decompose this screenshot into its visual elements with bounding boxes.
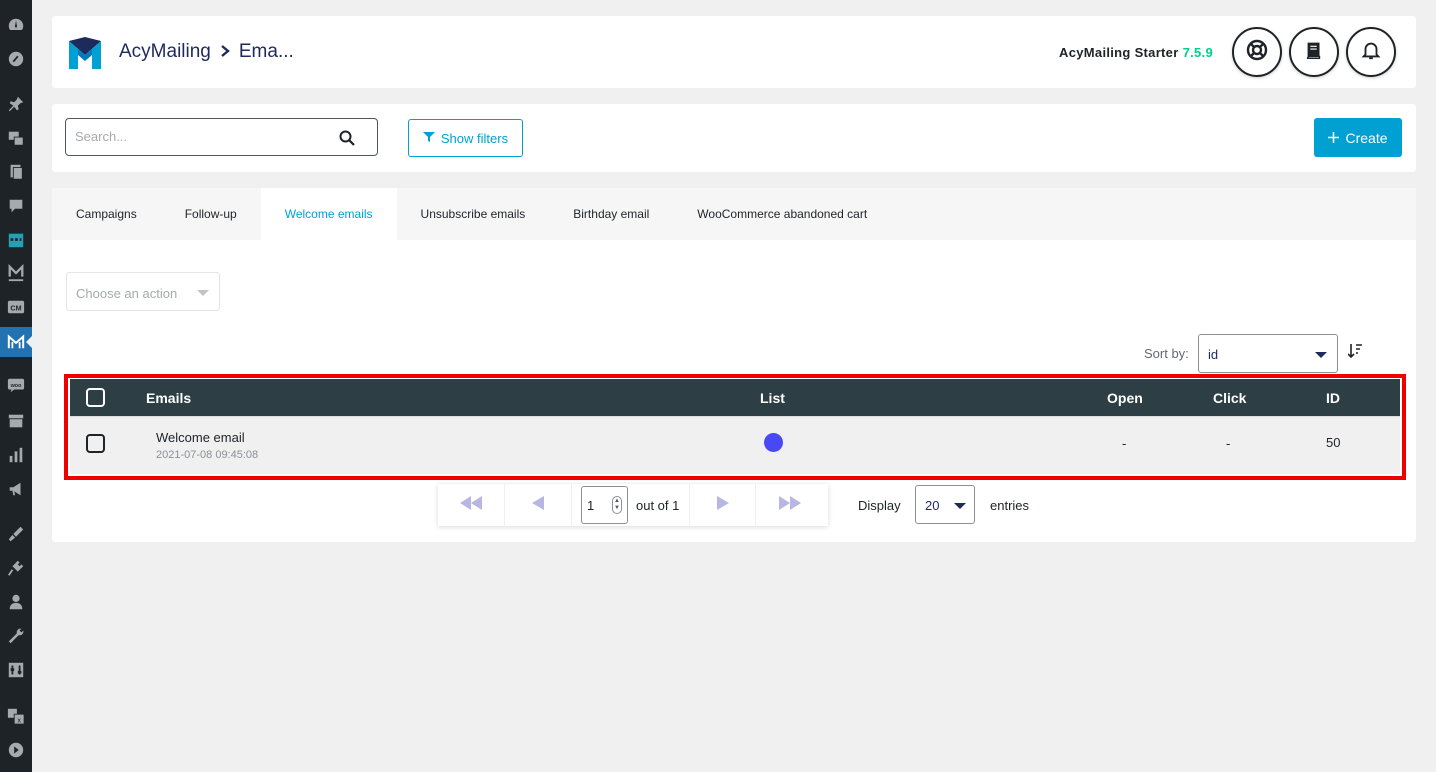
bulk-action-select[interactable]: Choose an action xyxy=(66,272,220,311)
plus-icon xyxy=(1328,130,1340,146)
collapse-menu-icon[interactable] xyxy=(6,740,26,760)
support-button[interactable] xyxy=(1232,27,1282,77)
sort-by-select[interactable]: id xyxy=(1198,334,1338,373)
page-spinner[interactable]: ▲ ▼ xyxy=(612,496,622,514)
create-button[interactable]: Create xyxy=(1314,118,1402,157)
breadcrumb-current: Ema... xyxy=(238,41,294,62)
chevron-down-icon xyxy=(197,290,209,296)
search-icon[interactable] xyxy=(339,130,355,151)
acymailing-logo xyxy=(67,35,103,71)
tab-follow-up[interactable]: Follow-up xyxy=(161,188,261,240)
appearance-icon[interactable] xyxy=(6,524,26,544)
filter-icon xyxy=(422,131,435,146)
megaphone-icon[interactable] xyxy=(6,479,26,499)
cm-icon[interactable]: CM xyxy=(6,297,26,317)
chevron-down-icon xyxy=(1315,352,1327,358)
column-open: Open xyxy=(1107,390,1143,406)
comments-icon[interactable] xyxy=(6,196,26,216)
table-header: Emails List Open Click ID xyxy=(70,379,1400,416)
column-emails[interactable]: Emails xyxy=(146,390,191,406)
chevron-right-icon xyxy=(716,495,729,515)
tab-birthday-email[interactable]: Birthday email xyxy=(549,188,673,240)
search-box xyxy=(65,118,378,156)
version-info: AcyMailing Starter 7.5.9 xyxy=(1059,45,1213,60)
double-chevron-left-icon xyxy=(460,495,482,515)
acymailing-menu-icon[interactable] xyxy=(0,327,32,357)
tools-icon[interactable] xyxy=(6,626,26,646)
row-checkbox[interactable] xyxy=(86,434,105,453)
analytics-icon[interactable] xyxy=(6,445,26,465)
double-chevron-right-icon xyxy=(778,495,801,515)
wp-admin-sidebar: CM woo x xyxy=(0,0,32,772)
plugins-icon[interactable] xyxy=(6,558,26,578)
svg-text:x: x xyxy=(17,715,21,724)
next-page-button[interactable] xyxy=(689,484,757,526)
sort-by-value: id xyxy=(1208,347,1219,362)
notifications-button[interactable] xyxy=(1346,27,1396,77)
header-bar: AcyMailing Ema... AcyMailing Starter 7.5.… xyxy=(52,16,1416,88)
click-value: - xyxy=(1226,436,1231,451)
open-value: - xyxy=(1122,436,1127,451)
last-page-button[interactable] xyxy=(756,484,823,526)
version-number: 7.5.9 xyxy=(1182,45,1213,60)
email-type-tabs: Campaigns Follow-up Welcome emails Unsub… xyxy=(52,188,1416,240)
table-row[interactable]: Welcome email 2021-07-08 09:45:08 - - 50 xyxy=(70,416,1400,474)
page-number-value: 1 xyxy=(587,498,595,513)
create-label: Create xyxy=(1345,129,1388,146)
tab-campaigns[interactable]: Campaigns xyxy=(52,188,161,240)
column-id: ID xyxy=(1326,390,1340,406)
tab-woocommerce-abandoned-cart[interactable]: WooCommerce abandoned cart xyxy=(673,188,891,240)
translate-icon[interactable]: x xyxy=(6,706,26,726)
display-label: Display xyxy=(858,498,901,513)
tab-welcome-emails[interactable]: Welcome emails xyxy=(260,188,397,240)
per-page-value: 20 xyxy=(925,498,940,513)
pagination: 1 ▲ ▼ out of 1 xyxy=(438,484,828,526)
list-color-dot[interactable] xyxy=(764,433,783,452)
email-name-link[interactable]: Welcome email xyxy=(156,430,245,445)
tab-unsubscribe-emails[interactable]: Unsubscribe emails xyxy=(397,188,550,240)
settings-icon[interactable] xyxy=(6,660,26,680)
book-icon xyxy=(1303,39,1325,66)
breadcrumb: AcyMailing Ema... xyxy=(119,41,294,63)
entries-label: entries xyxy=(990,498,1030,513)
gauge-icon[interactable] xyxy=(6,49,26,69)
sort-direction-icon[interactable] xyxy=(1347,343,1362,364)
per-page-select[interactable]: 20 xyxy=(915,485,975,524)
page-total-label: out of 1 xyxy=(636,497,680,513)
email-date: 2021-07-08 09:45:08 xyxy=(156,449,259,461)
bell-icon xyxy=(1360,39,1382,66)
chevron-left-icon xyxy=(532,495,544,515)
calendar-icon[interactable] xyxy=(6,230,26,250)
emails-panel: Campaigns Follow-up Welcome emails Unsub… xyxy=(52,188,1416,542)
column-list: List xyxy=(760,390,785,406)
toolbar: Show filters Create xyxy=(52,104,1416,172)
search-input[interactable] xyxy=(75,129,325,144)
mailpoet-icon[interactable] xyxy=(6,263,26,283)
woocommerce-icon[interactable]: woo xyxy=(6,375,26,395)
media-icon[interactable] xyxy=(6,128,26,148)
sort-label: Sort by: xyxy=(1144,346,1189,361)
users-icon[interactable] xyxy=(6,592,26,612)
chevron-right-icon xyxy=(219,42,231,63)
edition-label: AcyMailing Starter xyxy=(1059,45,1179,60)
lifebuoy-icon xyxy=(1245,38,1269,67)
dashboard-icon[interactable] xyxy=(6,15,26,35)
pages-icon[interactable] xyxy=(6,162,26,182)
show-filters-label: Show filters xyxy=(440,130,509,146)
products-icon[interactable] xyxy=(6,411,26,431)
svg-text:woo: woo xyxy=(10,383,22,389)
breadcrumb-app-link[interactable]: AcyMailing xyxy=(119,41,211,63)
pushpin-icon[interactable] xyxy=(6,94,26,114)
id-value: 50 xyxy=(1326,435,1341,450)
bulk-action-placeholder: Choose an action xyxy=(76,286,178,301)
page-number-input[interactable]: 1 ▲ ▼ xyxy=(581,486,628,524)
svg-text:CM: CM xyxy=(10,304,21,313)
select-all-checkbox[interactable] xyxy=(86,388,105,407)
column-click: Click xyxy=(1213,390,1247,406)
show-filters-button[interactable]: Show filters xyxy=(408,119,523,157)
previous-page-button[interactable] xyxy=(505,484,572,526)
chevron-down-icon xyxy=(954,503,966,509)
documentation-button[interactable] xyxy=(1289,27,1339,77)
first-page-button[interactable] xyxy=(438,484,505,526)
